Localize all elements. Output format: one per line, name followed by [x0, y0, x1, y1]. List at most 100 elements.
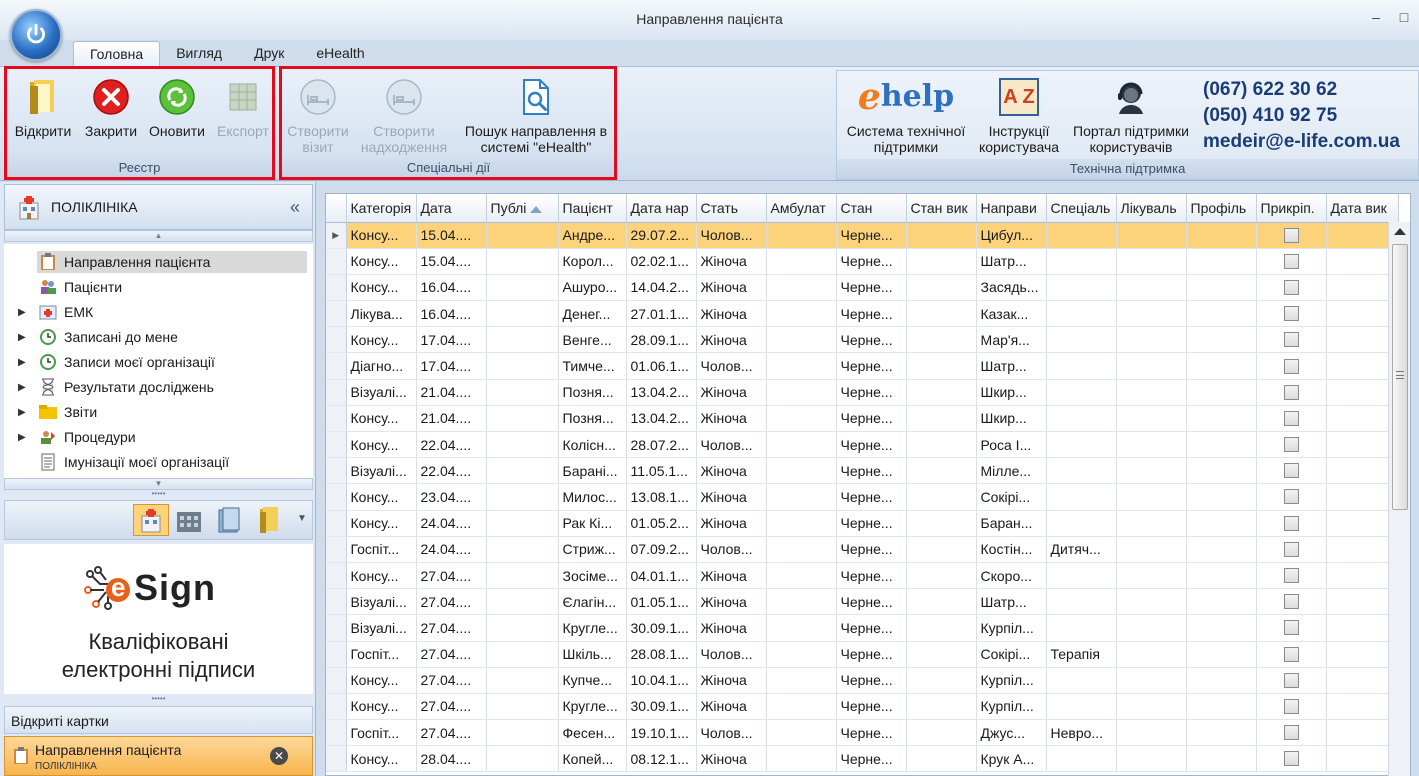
tab-print[interactable]: Друк: [238, 41, 300, 67]
attached-checkbox[interactable]: [1283, 332, 1299, 348]
table-row[interactable]: Діагно... 17.04.... Тимче... 01.06.1... Чоло…: [326, 352, 1399, 380]
module-overflow-icon[interactable]: ▼: [297, 513, 307, 524]
open-card-referrals[interactable]: Направлення пацієнта ПОЛІКЛІНІКА ✕: [4, 736, 313, 776]
attached-checkbox[interactable]: [1283, 646, 1299, 662]
table-row[interactable]: Консу... 15.04.... Корол... 02.02.1... Жіноч…: [326, 248, 1399, 275]
table-cell[interactable]: [1256, 326, 1327, 354]
row-indicator[interactable]: [326, 588, 347, 616]
column-header[interactable]: Стан: [836, 194, 907, 223]
attached-checkbox[interactable]: [1283, 672, 1299, 688]
table-row[interactable]: Консу... 28.04.... Копей... 08.12.1... Жіноч…: [326, 745, 1399, 773]
table-cell[interactable]: [1256, 641, 1327, 668]
expand-icon[interactable]: ▶: [18, 332, 30, 343]
table-row[interactable]: Візуалі... 27.04.... Кругле... 30.09.1... Жі…: [326, 614, 1399, 642]
grid-vertical-scrollbar[interactable]: [1388, 222, 1410, 776]
table-cell[interactable]: [1256, 431, 1327, 459]
esign-banner[interactable]: e Sign Кваліфіковані електронні підписи: [4, 544, 313, 694]
attached-checkbox[interactable]: [1283, 515, 1299, 531]
row-indicator[interactable]: [326, 379, 347, 406]
column-header[interactable]: Дата: [416, 194, 487, 223]
maximize-button[interactable]: □: [1397, 9, 1411, 25]
column-header[interactable]: Амбулат: [766, 194, 837, 223]
tree-item-procedures[interactable]: ▶ Процедури: [4, 425, 313, 449]
app-orb-button[interactable]: [10, 9, 62, 61]
search-ehealth-button[interactable]: Пошук направлення в системі "eHealth": [456, 77, 616, 155]
support-portal-button[interactable]: Портал підтримки користувачів: [1065, 77, 1197, 155]
row-indicator[interactable]: [326, 405, 347, 433]
row-indicator[interactable]: [326, 248, 347, 275]
tab-home[interactable]: Головна: [73, 41, 161, 67]
splitter-grip[interactable]: •••••: [4, 695, 313, 704]
module-registry-button[interactable]: [257, 506, 287, 536]
row-indicator[interactable]: [326, 352, 347, 380]
tree-item-immunizations[interactable]: Імунізації моєї організації: [4, 450, 313, 474]
column-header[interactable]: Спеціаль: [1046, 194, 1117, 223]
table-row[interactable]: Візуалі... 27.04.... Єлагін... 01.05.1... Жі…: [326, 588, 1399, 616]
create-visit-button[interactable]: Створити візит: [282, 77, 354, 155]
table-row[interactable]: Візуалі... 22.04.... Барані... 11.05.1... Жі…: [326, 457, 1399, 485]
column-header[interactable]: Направи: [976, 194, 1047, 223]
table-row[interactable]: Консу... 27.04.... Зосіме... 04.01.1... Жіно…: [326, 562, 1399, 590]
attached-checkbox[interactable]: [1283, 227, 1299, 243]
column-header[interactable]: Прикріп.: [1256, 194, 1327, 223]
table-cell[interactable]: [1256, 693, 1327, 721]
column-header[interactable]: Профіль: [1186, 194, 1257, 223]
table-cell[interactable]: [1256, 667, 1327, 694]
open-button[interactable]: Відкрити: [10, 77, 76, 139]
attached-checkbox[interactable]: [1283, 384, 1299, 400]
row-indicator[interactable]: [326, 667, 347, 694]
tab-ehealth[interactable]: eHealth: [300, 41, 380, 67]
row-indicator[interactable]: [326, 457, 347, 485]
table-row[interactable]: Консу... 23.04.... Милос... 13.08.1... Жіноч…: [326, 483, 1399, 511]
tree-item-reports[interactable]: ▶ Звіти: [4, 400, 313, 424]
module-clinic-button[interactable]: [133, 504, 169, 536]
attached-checkbox[interactable]: [1283, 410, 1299, 426]
table-row[interactable]: ▶ Консу... 15.04.... Андре... 29.07.2... Чоло…: [326, 222, 1399, 249]
collapse-panel-button[interactable]: «: [290, 197, 300, 218]
table-cell[interactable]: [1256, 719, 1327, 747]
refresh-button[interactable]: Оновити: [142, 77, 212, 139]
table-cell[interactable]: [1256, 222, 1327, 249]
row-indicator[interactable]: [326, 510, 347, 537]
expand-icon[interactable]: ▶: [18, 357, 30, 368]
instructions-button[interactable]: A Z Інструкції користувача: [973, 77, 1065, 155]
table-cell[interactable]: [1256, 405, 1327, 433]
tree-scroll-up[interactable]: ▲: [4, 230, 313, 242]
tree-item-emk[interactable]: ▶ ЕМК: [4, 300, 313, 324]
row-indicator[interactable]: [326, 693, 347, 721]
attached-checkbox[interactable]: [1283, 437, 1299, 453]
table-row[interactable]: Консу... 27.04.... Кругле... 30.09.1... Жіно…: [326, 693, 1399, 721]
minimize-button[interactable]: –: [1369, 9, 1383, 25]
close-card-icon[interactable]: ✕: [270, 747, 288, 765]
table-cell[interactable]: [1256, 483, 1327, 511]
splitter-grip[interactable]: •••••: [4, 490, 313, 499]
export-button[interactable]: Експорт: [212, 77, 274, 139]
expand-icon[interactable]: ▶: [18, 407, 30, 418]
table-cell[interactable]: [1256, 379, 1327, 406]
row-indicator[interactable]: [326, 300, 347, 328]
ehelp-button[interactable]: e help Система технічної підтримки: [839, 77, 973, 155]
table-cell[interactable]: [1256, 745, 1327, 773]
column-header[interactable]: Публі: [486, 194, 559, 223]
expand-icon[interactable]: ▶: [18, 307, 30, 318]
row-indicator[interactable]: [326, 274, 347, 302]
tree-item-booked-to-me[interactable]: ▶ Записані до мене: [4, 325, 313, 349]
attached-checkbox[interactable]: [1283, 253, 1299, 269]
attached-checkbox[interactable]: [1283, 279, 1299, 295]
row-indicator[interactable]: [326, 719, 347, 747]
create-admission-button[interactable]: Створити надходження: [354, 77, 454, 155]
expand-icon[interactable]: ▶: [18, 382, 30, 393]
table-row[interactable]: Консу... 16.04.... Ашуро... 14.04.2... Жіноч…: [326, 274, 1399, 302]
row-indicator[interactable]: [326, 614, 347, 642]
table-row[interactable]: Консу... 22.04.... Колісн... 28.07.2... Чоло…: [326, 431, 1399, 459]
attached-checkbox[interactable]: [1283, 594, 1299, 610]
row-indicator[interactable]: [326, 641, 347, 668]
table-row[interactable]: Госпіт... 27.04.... Фесен... 19.10.1... Чоло…: [326, 719, 1399, 747]
row-indicator[interactable]: [326, 562, 347, 590]
table-cell[interactable]: [1256, 536, 1327, 563]
attached-checkbox[interactable]: [1283, 358, 1299, 374]
attached-checkbox[interactable]: [1283, 489, 1299, 505]
attached-checkbox[interactable]: [1283, 698, 1299, 714]
tree-item-referrals[interactable]: Направлення пацієнта: [4, 250, 313, 274]
row-indicator[interactable]: [326, 536, 347, 563]
